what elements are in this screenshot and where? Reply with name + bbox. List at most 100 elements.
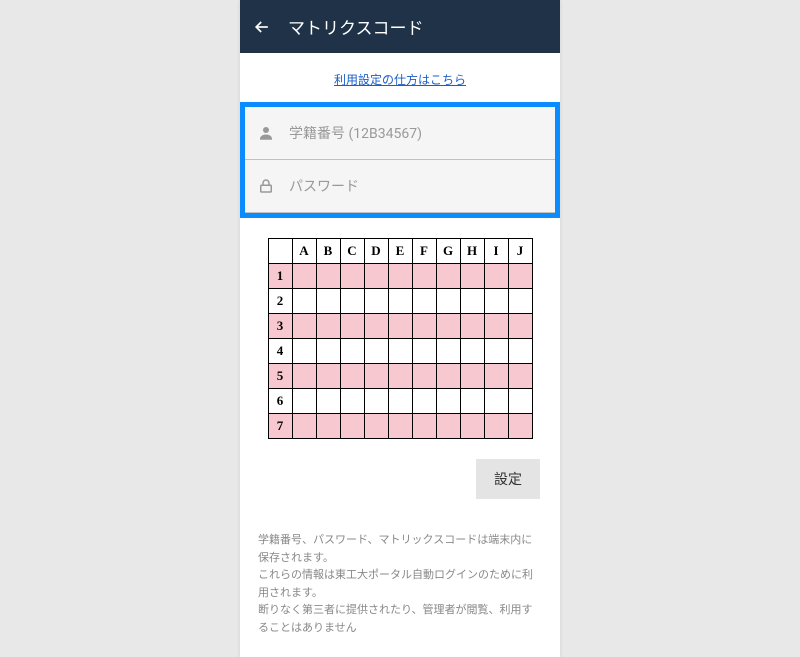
matrix-col-header: E: [388, 239, 412, 264]
matrix-cell[interactable]: [388, 314, 412, 339]
matrix-cell[interactable]: [292, 389, 316, 414]
matrix-cell[interactable]: [436, 414, 460, 439]
matrix-row-header: 1: [268, 264, 292, 289]
matrix-cell[interactable]: [460, 314, 484, 339]
matrix-cell[interactable]: [412, 289, 436, 314]
matrix-cell[interactable]: [292, 289, 316, 314]
matrix-cell[interactable]: [340, 314, 364, 339]
matrix-cell[interactable]: [316, 389, 340, 414]
matrix-col-header: J: [508, 239, 532, 264]
matrix-cell[interactable]: [436, 289, 460, 314]
matrix-cell[interactable]: [292, 364, 316, 389]
matrix-cell[interactable]: [508, 264, 532, 289]
student-id-field[interactable]: 学籍番号 (12B34567): [245, 107, 555, 160]
lock-icon: [257, 177, 275, 195]
back-arrow-icon[interactable]: [252, 17, 272, 37]
matrix-cell[interactable]: [316, 264, 340, 289]
matrix-cell[interactable]: [340, 289, 364, 314]
matrix-cell[interactable]: [316, 414, 340, 439]
matrix-cell[interactable]: [460, 364, 484, 389]
matrix-cell[interactable]: [508, 414, 532, 439]
matrix-row: 3: [268, 314, 532, 339]
matrix-cell[interactable]: [364, 314, 388, 339]
matrix-cell[interactable]: [316, 339, 340, 364]
matrix-cell[interactable]: [484, 389, 508, 414]
matrix-cell[interactable]: [484, 364, 508, 389]
disclaimer-line: 断りなく第三者に提供されたり、管理者が閲覧、利用することはありません: [258, 601, 542, 636]
matrix-cell[interactable]: [412, 264, 436, 289]
page-title: マトリクスコード: [288, 14, 424, 39]
matrix-cell[interactable]: [364, 264, 388, 289]
matrix-cell[interactable]: [292, 414, 316, 439]
matrix-table[interactable]: A B C D E F G H I J 1 2 3: [268, 238, 533, 439]
matrix-cell[interactable]: [364, 289, 388, 314]
student-id-placeholder: 学籍番号 (12B34567): [289, 123, 422, 143]
matrix-row-header: 5: [268, 364, 292, 389]
matrix-cell[interactable]: [460, 264, 484, 289]
matrix-cell[interactable]: [388, 264, 412, 289]
app-container: マトリクスコード 利用設定の仕方はこちら 学籍番号 (12B34567) パスワ…: [240, 0, 560, 657]
matrix-cell[interactable]: [412, 339, 436, 364]
matrix-cell[interactable]: [412, 364, 436, 389]
matrix-cell[interactable]: [508, 289, 532, 314]
matrix-row-header: 4: [268, 339, 292, 364]
matrix-cell[interactable]: [460, 389, 484, 414]
matrix-cell[interactable]: [484, 339, 508, 364]
matrix-cell[interactable]: [364, 414, 388, 439]
matrix-row: 7: [268, 414, 532, 439]
password-field[interactable]: パスワード: [245, 160, 555, 213]
matrix-cell[interactable]: [316, 314, 340, 339]
matrix-cell[interactable]: [316, 289, 340, 314]
matrix-cell[interactable]: [460, 289, 484, 314]
matrix-cell[interactable]: [460, 339, 484, 364]
matrix-cell[interactable]: [388, 364, 412, 389]
matrix-cell[interactable]: [508, 389, 532, 414]
matrix-cell[interactable]: [436, 264, 460, 289]
matrix-cell[interactable]: [364, 339, 388, 364]
matrix-cell[interactable]: [340, 389, 364, 414]
matrix-col-header: H: [460, 239, 484, 264]
matrix-cell[interactable]: [292, 314, 316, 339]
matrix-cell[interactable]: [364, 364, 388, 389]
matrix-col-header: F: [412, 239, 436, 264]
matrix-cell[interactable]: [436, 339, 460, 364]
help-link[interactable]: 利用設定の仕方はこちら: [334, 73, 466, 87]
matrix-cell[interactable]: [508, 314, 532, 339]
matrix-row-header: 3: [268, 314, 292, 339]
matrix-cell[interactable]: [340, 414, 364, 439]
matrix-cell[interactable]: [364, 389, 388, 414]
matrix-cell[interactable]: [508, 364, 532, 389]
matrix-cell[interactable]: [436, 314, 460, 339]
matrix-col-header: B: [316, 239, 340, 264]
matrix-cell[interactable]: [460, 414, 484, 439]
matrix-cell[interactable]: [340, 339, 364, 364]
matrix-cell[interactable]: [484, 289, 508, 314]
matrix-row: 4: [268, 339, 532, 364]
matrix-cell[interactable]: [316, 364, 340, 389]
password-placeholder: パスワード: [289, 176, 359, 196]
disclaimer-line: 学籍番号、パスワード、マトリックスコードは端末内に保存されます。: [258, 531, 542, 566]
matrix-cell[interactable]: [436, 389, 460, 414]
matrix-cell[interactable]: [436, 364, 460, 389]
matrix-cell[interactable]: [388, 389, 412, 414]
matrix-cell[interactable]: [412, 314, 436, 339]
matrix-cell[interactable]: [388, 289, 412, 314]
matrix-cell[interactable]: [340, 264, 364, 289]
matrix-cell[interactable]: [484, 314, 508, 339]
matrix-cell[interactable]: [388, 339, 412, 364]
matrix-row: 2: [268, 289, 532, 314]
matrix-col-header: C: [340, 239, 364, 264]
matrix-cell[interactable]: [292, 264, 316, 289]
matrix-row: 5: [268, 364, 532, 389]
matrix-cell[interactable]: [412, 389, 436, 414]
matrix-cell[interactable]: [484, 264, 508, 289]
matrix-cell[interactable]: [412, 414, 436, 439]
matrix-header-row: A B C D E F G H I J: [268, 239, 532, 264]
matrix-cell[interactable]: [340, 364, 364, 389]
credentials-highlight: 学籍番号 (12B34567) パスワード: [240, 102, 560, 218]
settings-button[interactable]: 設定: [476, 459, 540, 499]
matrix-cell[interactable]: [508, 339, 532, 364]
matrix-cell[interactable]: [292, 339, 316, 364]
matrix-cell[interactable]: [388, 414, 412, 439]
matrix-cell[interactable]: [484, 414, 508, 439]
